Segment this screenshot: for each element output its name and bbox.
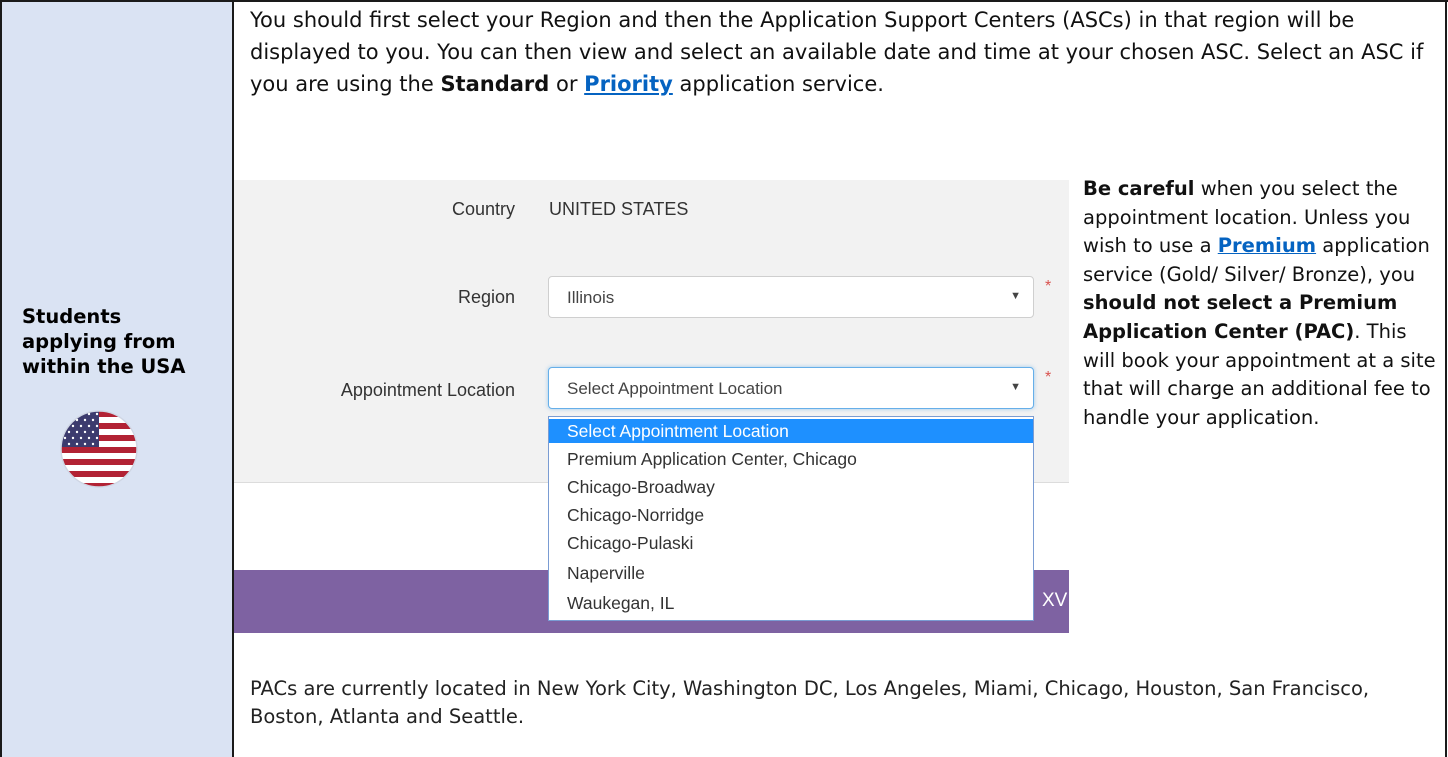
appointment-location-select-value: Select Appointment Location xyxy=(567,379,783,398)
standard-service-label: Standard xyxy=(440,72,550,96)
premium-warning-note: Be careful when you select the appointme… xyxy=(1083,175,1438,432)
pac-locations-paragraph: PACs are currently located in New York C… xyxy=(250,677,1370,728)
audience-label: Students applying from within the USA xyxy=(22,304,222,379)
appointment-location-label: Appointment Location xyxy=(340,380,515,400)
region-label: Region xyxy=(457,287,515,307)
table-border-right xyxy=(1445,0,1447,757)
dropdown-option[interactable]: Select Appointment Location xyxy=(549,419,1033,443)
warning-emphasis: should not select a Premium Application … xyxy=(1083,291,1398,343)
audience-label-line: applying from xyxy=(22,330,176,353)
required-marker: * xyxy=(1045,278,1052,295)
appointment-location-dropdown: Select Appointment Location Premium Appl… xyxy=(548,416,1034,621)
dropdown-option[interactable]: Waukegan, IL xyxy=(549,591,1033,615)
country-label: Country xyxy=(451,199,515,219)
region-select[interactable]: Illinois ▼ xyxy=(548,276,1034,318)
intro-text: application service. xyxy=(672,72,884,96)
audience-label-line: within the USA xyxy=(22,355,186,378)
required-marker: * xyxy=(1045,369,1052,386)
table-border-left xyxy=(0,0,2,757)
audience-label-line: Students xyxy=(22,305,122,328)
dropdown-option[interactable]: Chicago-Norridge xyxy=(549,503,1033,527)
chevron-down-icon: ▼ xyxy=(1010,290,1021,302)
region-select-value: Illinois xyxy=(567,288,615,307)
premium-service-link[interactable]: Premium xyxy=(1218,234,1316,257)
dropdown-option[interactable]: Chicago-Broadway xyxy=(549,475,1033,499)
country-value: UNITED STATES xyxy=(549,199,689,219)
document-page: Students applying from within the USA Yo… xyxy=(0,0,1448,757)
table-column-divider xyxy=(232,0,234,757)
table-border-top xyxy=(0,0,1448,2)
warning-heading: Be careful xyxy=(1083,177,1195,200)
chevron-down-icon: ▼ xyxy=(1010,381,1021,393)
intro-text: or xyxy=(549,72,585,96)
appointment-location-select[interactable]: Select Appointment Location ▼ xyxy=(548,367,1034,409)
dropdown-option[interactable]: Premium Application Center, Chicago xyxy=(549,447,1033,471)
left-column: Students applying from within the USA xyxy=(2,2,232,757)
priority-service-link[interactable]: Priority xyxy=(584,72,673,96)
dropdown-option[interactable]: Naperville xyxy=(549,561,1033,585)
footer-text-fragment: XVI xyxy=(1042,590,1073,611)
us-flag-icon xyxy=(60,410,138,488)
dropdown-option[interactable]: Chicago-Pulaski xyxy=(549,531,1033,555)
intro-paragraph: You should first select your Region and … xyxy=(250,4,1430,100)
